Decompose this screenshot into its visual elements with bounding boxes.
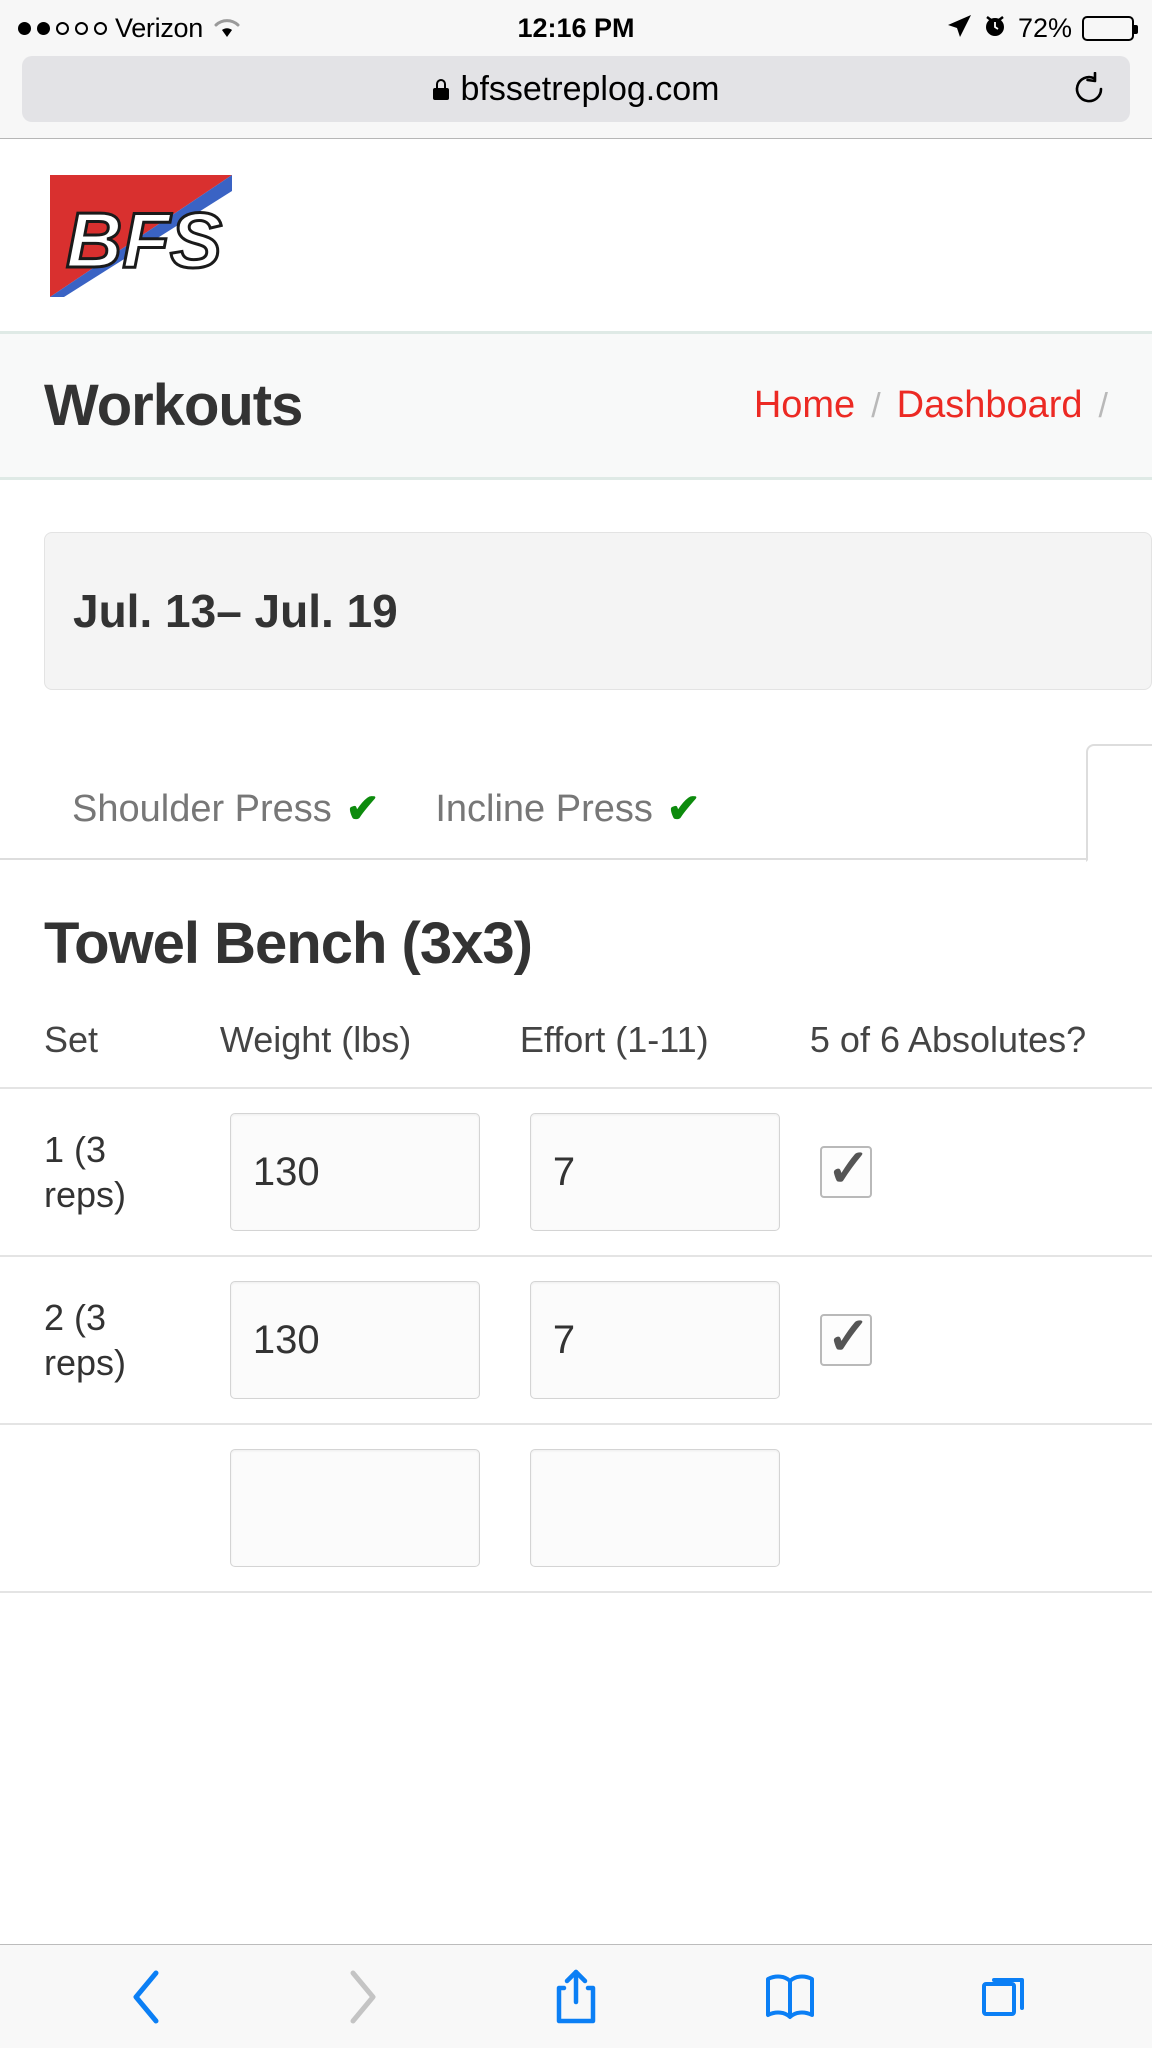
column-header-effort: Effort (1-11) (519, 1019, 709, 1060)
sets-table-body: 1 (3 reps) 130 7 ✓ 2 (3 reps) 130 7 ✓ (0, 1088, 1152, 1593)
absolutes-checkbox[interactable]: ✓ (819, 1140, 872, 1198)
weight-input[interactable]: 130 (229, 1113, 480, 1231)
exercise-title: Towel Bench (3x3) (44, 911, 533, 976)
breadcrumb: Home / Dashboard / (754, 384, 1108, 427)
site-logo-band: BFS (0, 139, 1152, 331)
safari-bottom-toolbar (0, 1944, 1152, 2048)
cell-effort (519, 1424, 810, 1593)
table-row: 1 (3 reps) 130 7 ✓ (0, 1088, 1152, 1257)
wifi-icon (213, 18, 241, 38)
battery-icon (1082, 15, 1138, 41)
carrier-label: Verizon (115, 12, 203, 43)
set-label: 2 (3 reps) (44, 1297, 127, 1383)
set-label: 1 (3 reps) (44, 1129, 127, 1215)
checkmark-icon: ✓ (826, 1140, 871, 1198)
cell-set: 2 (3 reps) (0, 1256, 220, 1425)
battery-percent-label: 72% (1017, 12, 1072, 43)
back-icon[interactable] (119, 1966, 175, 2028)
alarm-clock-icon (982, 13, 1008, 44)
table-row (0, 1424, 1152, 1593)
cell-absolutes: ✓ (809, 1256, 1152, 1425)
cell-set (0, 1424, 220, 1593)
breadcrumb-item-dashboard[interactable]: Dashboard (897, 384, 1083, 427)
weight-input[interactable]: 130 (229, 1281, 480, 1399)
sets-table-head: Set Weight (lbs) Effort (1-11) 5 of 6 Ab… (0, 1019, 1152, 1088)
url-text: bfssetreplog.com (460, 69, 720, 108)
lock-icon (432, 78, 449, 100)
cell-absolutes (809, 1424, 1152, 1593)
bfs-logo[interactable]: BFS (50, 175, 232, 297)
absolutes-checkbox[interactable]: ✓ (819, 1308, 872, 1366)
breadcrumb-separator-2: / (1098, 387, 1108, 425)
checkmark-icon: ✓ (826, 1308, 871, 1366)
cell-set: 1 (3 reps) (0, 1088, 220, 1257)
breadcrumb-separator-1: / (871, 387, 881, 425)
cell-weight: 130 (219, 1256, 520, 1425)
cell-effort: 7 (519, 1256, 810, 1425)
cell-weight (219, 1424, 520, 1593)
share-icon[interactable] (548, 1966, 604, 2028)
sets-table-header-row: Set Weight (lbs) Effort (1-11) 5 of 6 Ab… (0, 1019, 1152, 1088)
effort-input[interactable] (529, 1449, 780, 1567)
column-header-absolutes: 5 of 6 Absolutes? (809, 1019, 1087, 1060)
page-title: Workouts (44, 373, 303, 438)
page-content: Jul. 13– Jul. 19 Shoulder Press ✔ Inclin… (0, 532, 1152, 1593)
exercise-tabs: Shoulder Press ✔ Incline Press ✔ (0, 742, 1152, 862)
date-range-panel[interactable]: Jul. 13– Jul. 19 (44, 532, 1152, 690)
url-display[interactable]: bfssetreplog.com (432, 69, 720, 109)
date-range-label: Jul. 13– Jul. 19 (73, 585, 398, 637)
weight-input[interactable] (229, 1449, 480, 1567)
status-bar-left: Verizon (18, 13, 241, 44)
tab-shoulder-press-label: Shoulder Press (72, 787, 332, 830)
signal-dot-4 (75, 21, 88, 35)
column-header-weight: Weight (lbs) (219, 1019, 412, 1060)
signal-dot-2 (37, 21, 50, 35)
exercise-tabs-container: Shoulder Press ✔ Incline Press ✔ (0, 742, 1152, 862)
cell-weight: 130 (219, 1088, 520, 1257)
tabs-icon[interactable] (977, 1966, 1033, 2028)
effort-input[interactable]: 7 (529, 1113, 780, 1231)
location-arrow-icon (946, 13, 972, 44)
page-header: Workouts Home / Dashboard / (0, 334, 1152, 480)
safari-url-bar-container: bfssetreplog.com (0, 56, 1152, 139)
cell-absolutes: ✓ (809, 1088, 1152, 1257)
check-icon: ✔ (666, 787, 701, 831)
tab-active-towel-bench[interactable] (1086, 744, 1152, 862)
sets-table: Set Weight (lbs) Effort (1-11) 5 of 6 Ab… (0, 1019, 1152, 1593)
status-bar-right: 72% (946, 12, 1138, 44)
signal-dot-3 (56, 21, 69, 35)
mobile-safari-screen: Verizon 12:16 PM 72% bfssetreplog.com BF… (0, 0, 1152, 2048)
svg-text:BFS: BFS (66, 196, 222, 284)
ios-status-bar: Verizon 12:16 PM 72% (0, 0, 1152, 56)
cell-effort: 7 (519, 1088, 810, 1257)
signal-strength-dots (18, 21, 107, 35)
url-bar[interactable]: bfssetreplog.com (22, 56, 1130, 122)
tab-incline-press-label: Incline Press (435, 787, 653, 830)
forward-icon (334, 1966, 390, 2028)
bookmarks-icon[interactable] (762, 1966, 818, 2028)
tab-shoulder-press[interactable]: Shoulder Press ✔ (44, 786, 407, 858)
tab-incline-press[interactable]: Incline Press ✔ (407, 786, 728, 858)
signal-dot-5 (94, 21, 107, 35)
breadcrumb-item-home[interactable]: Home (754, 384, 855, 427)
table-row: 2 (3 reps) 130 7 ✓ (0, 1256, 1152, 1425)
check-icon: ✔ (345, 787, 380, 831)
reload-icon[interactable] (1072, 71, 1106, 106)
effort-input[interactable]: 7 (529, 1281, 780, 1399)
column-header-set: Set (44, 1019, 99, 1060)
signal-dot-1 (18, 21, 31, 35)
